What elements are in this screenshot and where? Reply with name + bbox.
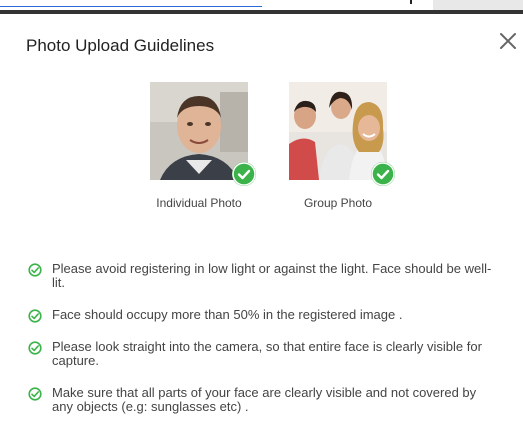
background-cursor-mark: [410, 0, 412, 4]
group-photo-label: Group Photo: [303, 196, 373, 210]
guideline-item: Make sure that all parts of your face ar…: [28, 386, 498, 414]
close-icon[interactable]: [497, 30, 519, 52]
checkmark-badge-icon: [232, 162, 256, 186]
individual-photo-label: Individual Photo: [156, 196, 242, 210]
guidelines-list: Please avoid registering in low light or…: [28, 262, 498, 432]
individual-photo-card: Individual Photo: [139, 82, 259, 210]
guideline-item: Please avoid registering in low light or…: [28, 262, 498, 290]
photo-guidelines-dialog: Photo Upload Guidelines Individual Photo…: [0, 10, 523, 434]
background-panel: [433, 0, 523, 10]
guideline-text: Face should occupy more than 50% in the …: [52, 307, 403, 322]
group-photo-card: Group Photo: [278, 82, 398, 210]
dialog-title: Photo Upload Guidelines: [26, 36, 215, 55]
background-page: [0, 0, 523, 10]
guideline-text: Make sure that all parts of your face ar…: [52, 385, 477, 414]
check-circle-icon: [28, 309, 42, 323]
check-circle-icon: [28, 263, 42, 277]
check-circle-icon: [28, 387, 42, 401]
guideline-text: Please avoid registering in low light or…: [52, 261, 492, 290]
background-link-underline: [0, 6, 262, 7]
individual-photo: [150, 82, 256, 186]
check-circle-icon: [28, 341, 42, 355]
group-photo: [289, 82, 395, 186]
guideline-item: Please look straight into the camera, so…: [28, 340, 498, 368]
guideline-text: Please look straight into the camera, so…: [52, 339, 482, 368]
guideline-item: Face should occupy more than 50% in the …: [28, 307, 498, 323]
checkmark-badge-icon: [371, 162, 395, 186]
